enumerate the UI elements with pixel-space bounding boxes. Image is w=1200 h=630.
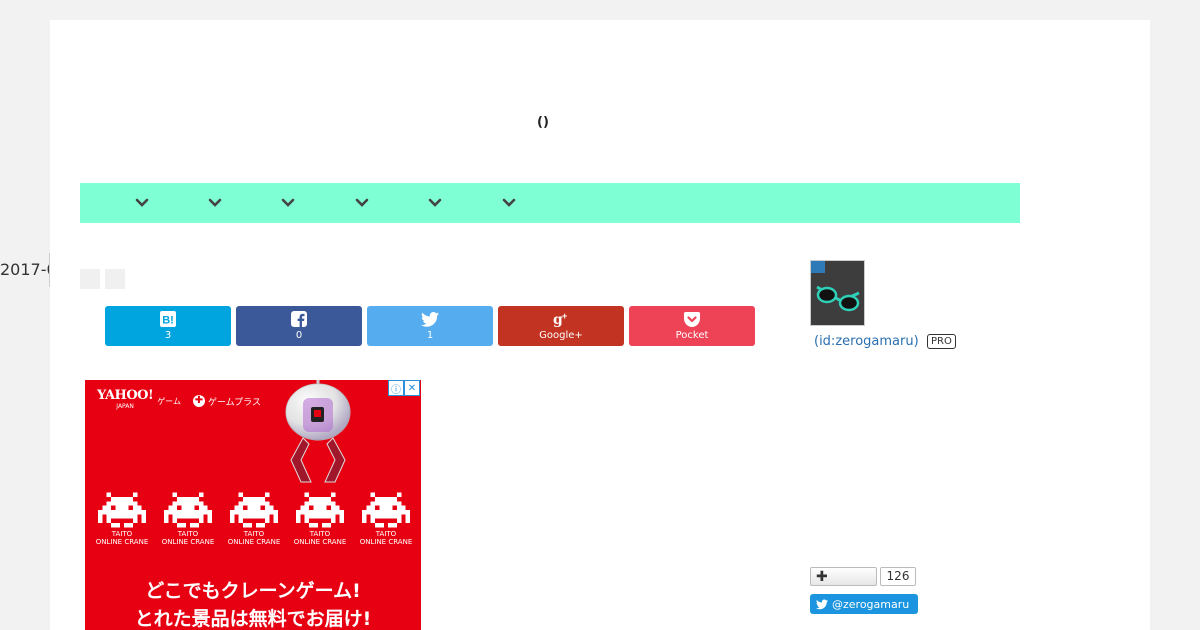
- nav-item-6[interactable]: [500, 195, 518, 211]
- twitter-icon: [421, 310, 439, 328]
- twitter-follow-label: @zerogamaru: [832, 597, 910, 611]
- nav-item-1[interactable]: [133, 195, 151, 211]
- chevron-down-icon: [135, 198, 149, 207]
- nav-item-4[interactable]: [353, 195, 371, 211]
- close-icon[interactable]: ✕: [404, 380, 420, 396]
- pocket-icon: [684, 310, 700, 328]
- chevron-down-icon: [281, 198, 295, 207]
- pro-badge: PRO: [927, 334, 956, 349]
- plus-icon: ✚: [816, 568, 828, 585]
- twitter-follow-button[interactable]: @zerogamaru: [810, 594, 918, 614]
- blog-title[interactable]: (): [537, 115, 549, 130]
- chevron-down-icon: [428, 198, 442, 207]
- invader-prize: TAITO ONLINE CRANE: [95, 492, 149, 546]
- twitter-share-button[interactable]: 1: [367, 306, 493, 346]
- hatena-count: 3: [164, 330, 172, 341]
- space-invader-icon: [98, 492, 146, 528]
- global-nav: [80, 183, 1020, 223]
- author-id-link[interactable]: (id:zerogamaru): [814, 334, 919, 349]
- pocket-label: Pocket: [675, 330, 709, 341]
- facebook-icon: [291, 310, 307, 328]
- space-invader-icon: [296, 492, 344, 528]
- hatena-share-button[interactable]: B! 3: [105, 306, 231, 346]
- ad-game-plus-logo: ✚ ゲームプラス: [192, 395, 261, 408]
- author-avatar[interactable]: [810, 260, 865, 326]
- chevron-down-icon: [208, 198, 222, 207]
- entry-date[interactable]: 2017-03-15: [0, 253, 50, 287]
- yahoo-logo: YAHOO! JAPAN: [97, 388, 154, 410]
- invader-prize: TAITO ONLINE CRANE: [293, 492, 347, 546]
- crane-claw-image: [285, 380, 351, 483]
- invader-row: TAITO ONLINE CRANE TAITO ONLINE CRANE TAIT…: [95, 492, 413, 546]
- plus-cross-icon: ✚: [192, 395, 205, 407]
- adchoices-icon[interactable]: ⓘ: [388, 380, 404, 396]
- space-invader-icon: [230, 492, 278, 528]
- display-ad-banner[interactable]: YAHOO! JAPAN ゲーム ✚ ゲームプラス ⓘ ✕ TAITO ONLI…: [85, 380, 421, 630]
- invader-prize: TAITO ONLINE CRANE: [161, 492, 215, 546]
- google-plus-share-button[interactable]: g + Google+: [498, 306, 624, 346]
- ad-headline-1: どこでもクレーンゲーム!: [145, 580, 361, 602]
- nav-item-2[interactable]: [206, 195, 224, 211]
- facebook-count: 0: [295, 330, 303, 341]
- entry-date-text: 2017-03-15: [0, 260, 49, 279]
- invader-prize: TAITO ONLINE CRANE: [227, 492, 281, 546]
- twitter-count: 1: [426, 330, 434, 341]
- svg-text:B!: B!: [162, 315, 174, 327]
- twitter-bird-icon: [816, 599, 828, 609]
- sunglasses-image: [811, 261, 864, 325]
- nav-item-3[interactable]: [279, 195, 297, 211]
- svg-text:+: +: [562, 311, 567, 321]
- ad-header: YAHOO! JAPAN ゲーム ✚ ゲームプラス: [97, 388, 261, 412]
- pocket-share-button[interactable]: Pocket: [629, 306, 755, 346]
- follower-count: 126: [880, 567, 916, 586]
- nav-item-5[interactable]: [426, 195, 444, 211]
- category-tag[interactable]: [105, 269, 125, 289]
- invader-prize: TAITO ONLINE CRANE: [359, 492, 413, 546]
- hatena-follow-button[interactable]: ✚: [810, 567, 877, 586]
- google-plus-label: Google+: [539, 330, 583, 341]
- space-invader-icon: [362, 492, 410, 528]
- page-container: () 2017-03-15 B! 3 0: [0, 20, 1150, 630]
- ad-game-label: ゲーム: [157, 396, 181, 406]
- category-tag[interactable]: [80, 269, 100, 289]
- chevron-down-icon: [355, 198, 369, 207]
- hatena-bookmark-icon: B!: [160, 310, 176, 328]
- ad-headline-2: とれた景品は無料でお届け!: [134, 608, 372, 630]
- facebook-share-button[interactable]: 0: [236, 306, 362, 346]
- google-plus-icon: g +: [552, 310, 570, 328]
- space-invader-icon: [164, 492, 212, 528]
- chevron-down-icon: [502, 198, 516, 207]
